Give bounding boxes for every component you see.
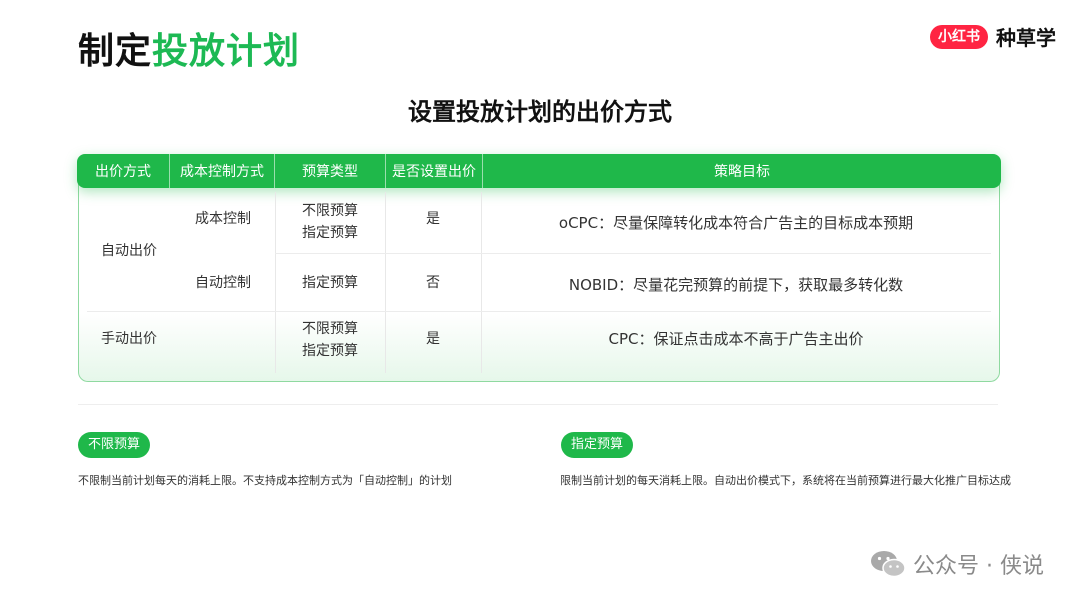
table-cell-set-bid: 是 (426, 211, 440, 227)
budget-pill-unlimited: 不限预算 (78, 432, 151, 458)
table-cell-budget: 不限预算 指定预算 (275, 318, 385, 362)
title-part2: 投放计划 (152, 31, 301, 72)
table-cell-cost: 自动控制 (195, 275, 251, 291)
wechat-icon (871, 551, 906, 578)
table-cell-set-bid: 是 (426, 331, 440, 347)
budget-line: 指定预算 (302, 343, 358, 359)
table-cell-goal: NOBID：尽量花完预算的前提下，获取最多转化数 (568, 276, 904, 294)
table-cell-bid: 手动出价 (101, 331, 157, 347)
brand-text: 种草学 (996, 26, 1056, 50)
budget-pill-specified: 指定预算 (561, 432, 634, 458)
table-cell-goal: oCPC：尽量保障转化成本符合广告主的目标成本预期 (558, 214, 914, 232)
budget-line: 不限预算 (302, 321, 358, 337)
row-divider (275, 253, 991, 254)
divider (78, 404, 998, 405)
column-header-budget: 预算类型 (275, 154, 386, 188)
title-part1: 制定 (78, 31, 153, 72)
table-cell-budget: 指定预算 (302, 275, 358, 291)
column-header-goal: 策略目标 (714, 164, 770, 180)
section-subtitle: 设置投放计划的出价方式 (408, 98, 672, 126)
watermark-label: 公众号 · 侠说 (913, 554, 1044, 579)
table-cell-budget: 不限预算 指定预算 (275, 200, 385, 244)
table-cell-bid: 自动出价 (101, 243, 157, 259)
note-text-specified: 限制当前计划的每天消耗上限。自动出价模式下，系统将在当前预算进行最大化推广目标达… (560, 474, 1011, 487)
budget-line: 不限预算 (302, 203, 358, 219)
watermark: 公众号 · 侠说 (869, 548, 1044, 580)
table-cell-goal: CPC：保证点击成本不高于广告主出价 (608, 330, 864, 348)
column-header-set-bid: 是否设置出价 (386, 154, 483, 188)
bidding-table: 出价方式 成本控制方式 预算类型 是否设置出价 策略目标 自动出价 成本控制 不… (77, 154, 1001, 382)
column-header-cost: 成本控制方式 (170, 154, 275, 188)
brand-logo: 小红书 种草学 (930, 22, 1056, 51)
table-header: 出价方式 成本控制方式 预算类型 是否设置出价 策略目标 (77, 154, 1001, 188)
table-cell-set-bid: 否 (426, 275, 440, 291)
budget-line: 指定预算 (302, 225, 358, 241)
page-title: 制定投放计划 (78, 22, 300, 74)
table-cell-cost: 成本控制 (195, 211, 251, 227)
note-text-unlimited: 不限制当前计划每天的消耗上限。不支持成本控制方式为「自动控制」的计划 (78, 474, 452, 487)
column-header-bid: 出价方式 (77, 154, 170, 188)
row-divider (87, 311, 991, 312)
brand-badge: 小红书 (930, 24, 988, 49)
